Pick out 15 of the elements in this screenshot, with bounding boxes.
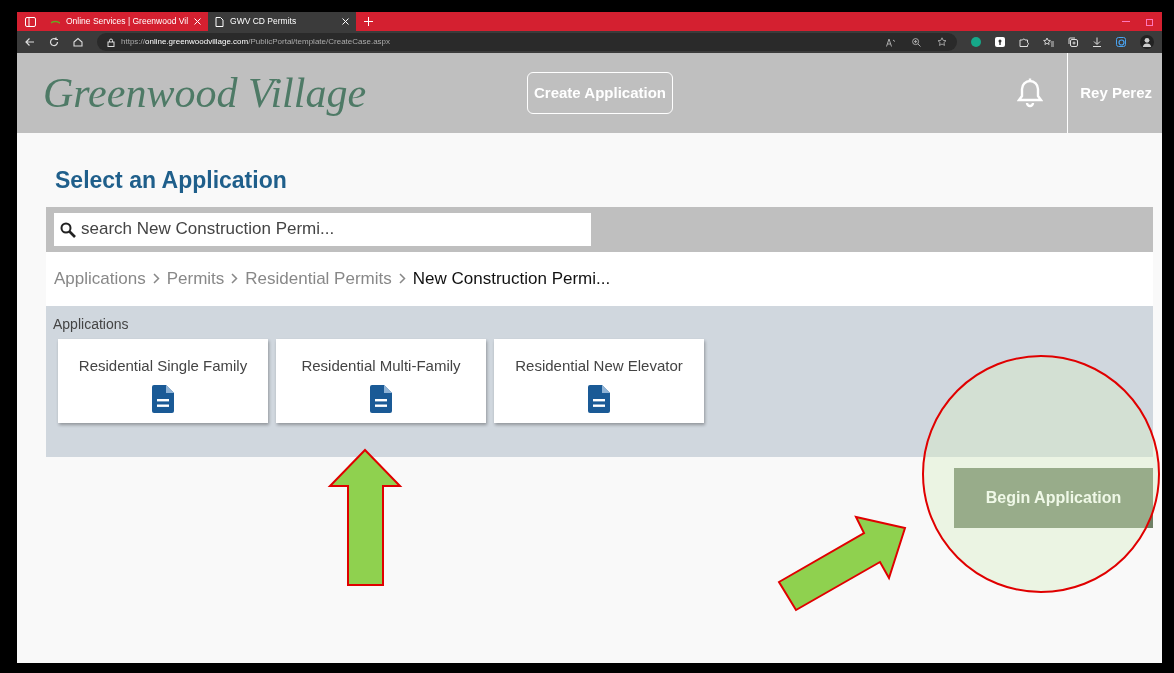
address-bar[interactable]: https://online.greenwoodvillage.com/PublicPortal/template/CreateCase.aspx [97,33,957,51]
breadcrumb-link[interactable]: Residential Permits [245,265,392,292]
section-label: Applications [53,314,130,334]
url-text: https://online.greenwoodvillage.com/PublicPortal/template/CreateCase.aspx [121,36,391,48]
breadcrumb-current: New Construction Permi... [412,267,611,290]
logo[interactable]: Greenwood Village [43,61,523,125]
page-title: Select an Application [55,166,288,195]
application-card[interactable]: Residential Multi-Family [276,338,486,423]
browser-tab[interactable]: Online Services | Greenwood Vil [44,12,209,31]
application-card[interactable]: Residential New Elevator [494,338,704,423]
breadcrumb-link[interactable]: Applications [54,265,146,292]
search-field[interactable]: search New Construction Permi... [54,212,591,246]
browser-tab[interactable]: GWV CD Permits [208,12,357,31]
application-card[interactable]: Residential Single Family [58,338,268,423]
breadcrumb-link[interactable]: Permits [166,265,225,292]
